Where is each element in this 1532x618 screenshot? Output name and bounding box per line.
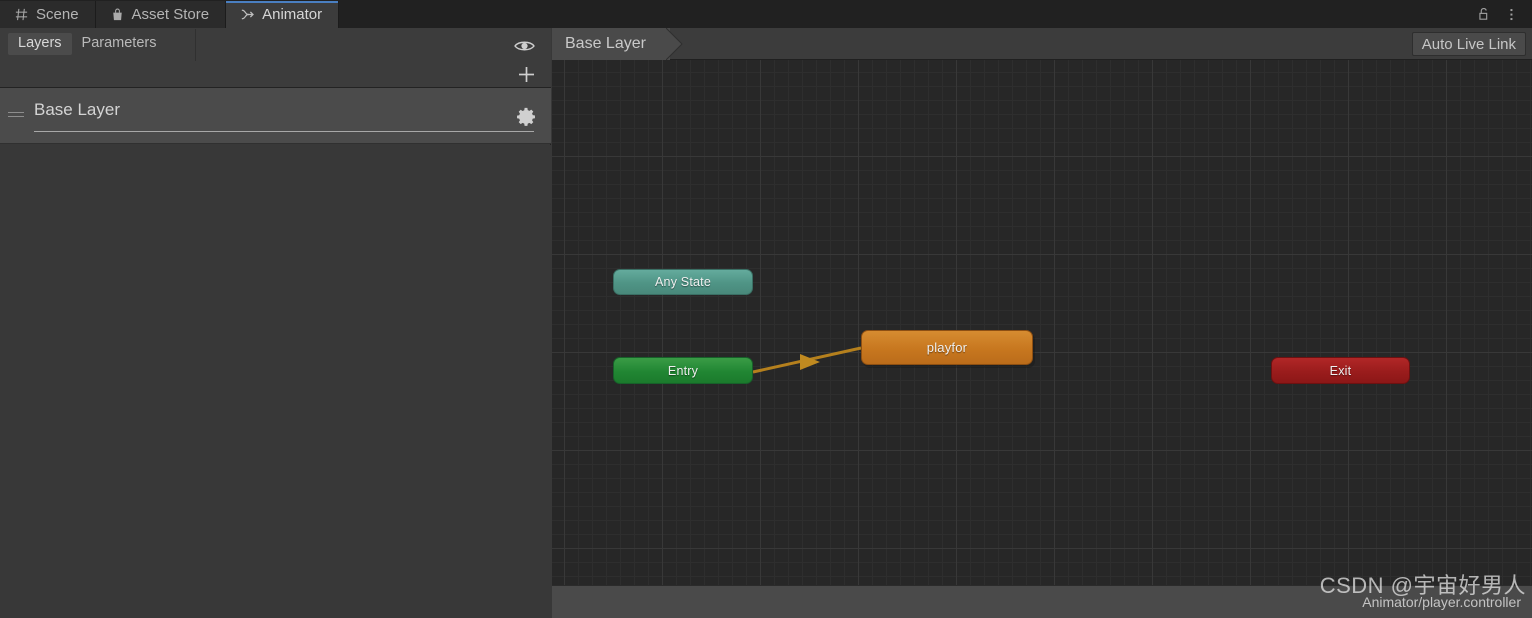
breadcrumb-bar: Base Layer Auto Live Link [552,28,1532,60]
transition-entry-to-playfor[interactable] [752,346,862,374]
state-node-label: Exit [1329,363,1352,378]
gear-icon[interactable] [515,106,537,128]
state-node-playfor[interactable]: playfor [861,330,1033,365]
controller-path-label: Animator/player.controller [1362,594,1521,610]
tab-animator[interactable]: Animator [226,1,340,28]
tab-bar-spacer [339,1,1476,28]
state-node-any-state[interactable]: Any State [613,269,753,295]
layers-panel-body [0,145,551,618]
plus-icon[interactable] [515,63,538,86]
grid-icon [15,8,28,21]
auto-live-link-label: Auto Live Link [1421,35,1516,53]
tab-animator-label: Animator [262,6,323,23]
animator-window: Scene Asset Store Animator Layers Parame… [0,0,1532,618]
eye-icon[interactable] [513,37,540,55]
state-node-entry[interactable]: Entry [613,357,753,384]
tab-parameters-label: Parameters [81,35,157,52]
window-controls [1476,1,1532,28]
tab-asset-store-label: Asset Store [131,6,210,23]
more-vertical-icon[interactable] [1504,6,1519,23]
window-tab-bar: Scene Asset Store Animator [0,0,1532,28]
drag-handle-icon[interactable] [8,112,24,119]
tab-scene-label: Scene [36,6,79,23]
layer-name-underline [34,131,534,132]
layers-panel: Layers Parameters Base Layer [0,28,551,618]
state-machine-canvas[interactable]: Any State Entry playfor Exit [552,60,1532,585]
breadcrumb-label: Base Layer [565,35,646,52]
auto-live-link-button[interactable]: Auto Live Link [1411,32,1526,56]
toolbar-divider [195,29,196,61]
lock-open-icon[interactable] [1476,6,1491,23]
layer-row-base-layer[interactable]: Base Layer [0,88,551,144]
shopping-bag-icon [112,8,122,21]
breadcrumb-chevron-icon [666,28,683,60]
tab-scene[interactable]: Scene [0,1,96,28]
state-node-label: Any State [655,275,711,289]
state-node-exit[interactable]: Exit [1271,357,1410,384]
tab-layers-label: Layers [18,35,62,52]
animator-graph-panel: Base Layer Auto Live Link Any State Entr… [552,28,1532,618]
tab-parameters[interactable]: Parameters [72,33,167,55]
layer-name-label: Base Layer [34,100,120,119]
state-node-label: Entry [667,363,699,378]
layers-tab-group: Layers Parameters [8,31,166,57]
state-node-label: playfor [926,340,968,355]
graph-status-bar: Animator/player.controller [552,585,1532,618]
layers-toolbar: Layers Parameters [0,28,551,88]
breadcrumb-base-layer[interactable]: Base Layer [552,28,670,60]
tab-layers[interactable]: Layers [8,33,72,55]
animator-arrow-icon [241,9,255,20]
transitions-layer [752,346,862,374]
tab-asset-store[interactable]: Asset Store [95,1,227,28]
